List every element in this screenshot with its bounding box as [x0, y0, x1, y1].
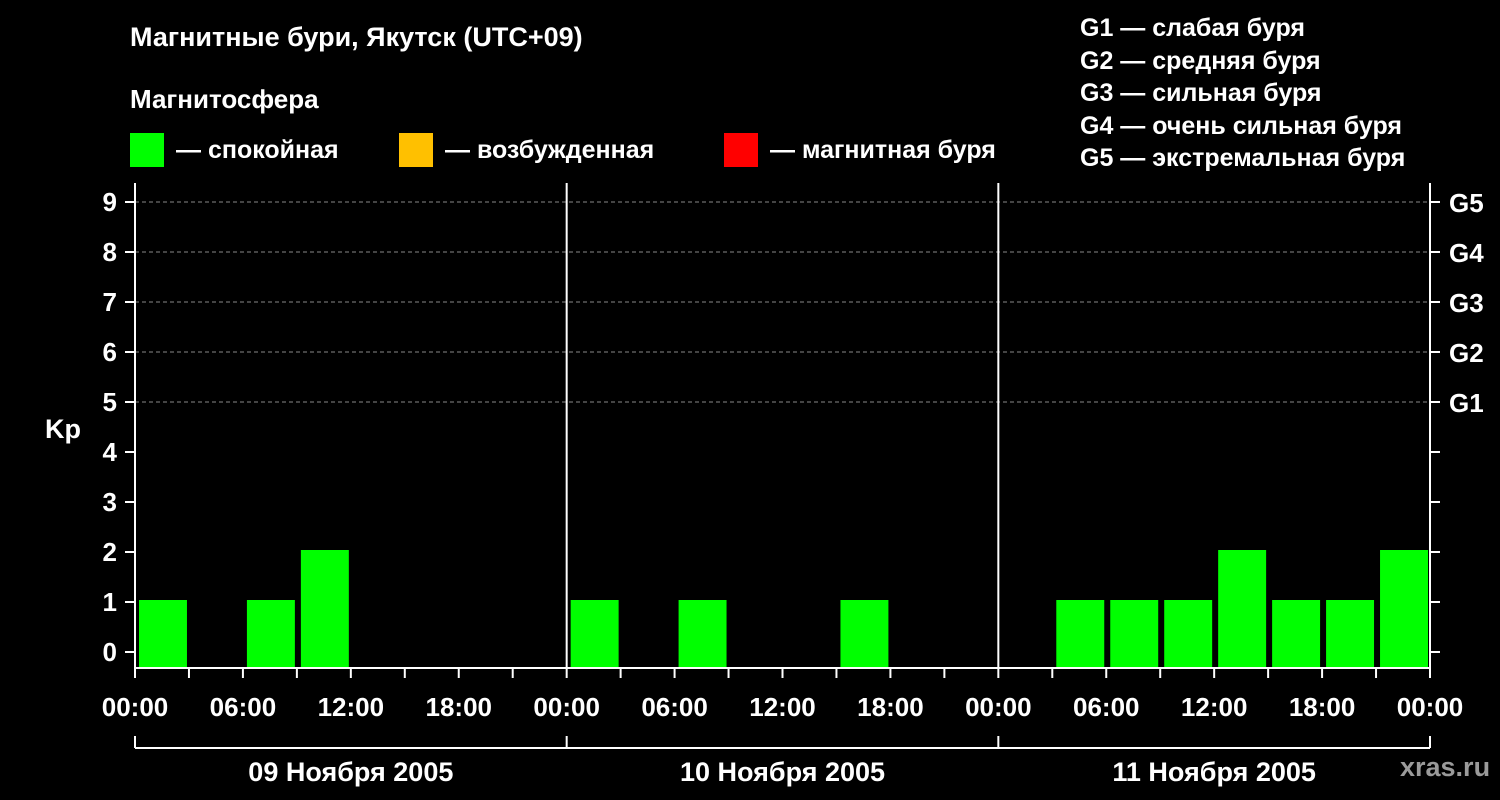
g-level-label: G4 [1449, 238, 1484, 268]
x-tick-label: 06:00 [641, 692, 708, 722]
x-tick-label: 00:00 [1397, 692, 1464, 722]
kp-bar [1164, 600, 1213, 668]
y-tick-label: 6 [103, 337, 117, 367]
x-tick-label: 00:00 [965, 692, 1032, 722]
g-level-label: G2 [1449, 338, 1484, 368]
kp-bar [1218, 550, 1267, 668]
day-label: 11 Ноября 2005 [1112, 757, 1316, 787]
kp-bar [1380, 550, 1428, 668]
kp-bar [1326, 600, 1375, 668]
y-tick-label: 2 [103, 537, 117, 567]
g-level-label: G1 [1449, 388, 1484, 418]
kp-bar [139, 600, 187, 668]
x-tick-label: 00:00 [533, 692, 600, 722]
x-tick-label: 12:00 [318, 692, 385, 722]
kp-index-chart: 0 1 2 3 4 5 6 7 8 9 G1 G2 G3 G4 G5 Kp 00:00 06:00 12:00 18:… [45, 183, 1484, 787]
kp-bar [300, 550, 349, 668]
x-tick-label: 12:00 [749, 692, 816, 722]
x-tick-label: 18:00 [1289, 692, 1356, 722]
y-axis-title: Kp [45, 414, 81, 444]
y-tick-label: 5 [103, 387, 117, 417]
watermark: xras.ru [1400, 752, 1491, 782]
day-label: 09 Ноября 2005 [248, 757, 453, 787]
kp-bar [840, 600, 889, 668]
x-tick-label: 00:00 [102, 692, 169, 722]
kp-bar [570, 600, 619, 668]
y-tick-label: 8 [103, 237, 117, 267]
y-tick-label: 3 [103, 487, 117, 517]
g-level-label: G5 [1449, 188, 1484, 218]
kp-bar [1056, 600, 1105, 668]
x-tick-label: 06:00 [210, 692, 277, 722]
x-tick-label: 12:00 [1181, 692, 1248, 722]
y-tick-label: 1 [103, 587, 117, 617]
kp-bar [678, 600, 727, 668]
y-tick-label: 0 [103, 637, 117, 667]
kp-bar [246, 600, 295, 668]
y-tick-label: 4 [103, 437, 118, 467]
day-label: 10 Ноября 2005 [680, 757, 885, 787]
y-tick-label: 9 [103, 187, 117, 217]
kp-bar [1110, 600, 1159, 668]
x-tick-label: 06:00 [1073, 692, 1140, 722]
g-level-label: G3 [1449, 288, 1484, 318]
x-tick-label: 18:00 [857, 692, 924, 722]
x-tick-label: 18:00 [426, 692, 493, 722]
y-tick-label: 7 [103, 287, 117, 317]
kp-bar [1272, 600, 1321, 668]
